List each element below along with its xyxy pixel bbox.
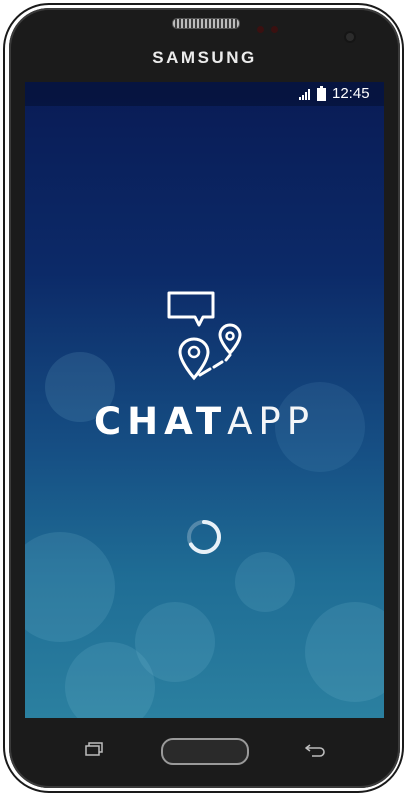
- screen[interactable]: 12:45 CHATAPP: [25, 82, 384, 718]
- battery-icon: [317, 86, 326, 101]
- app-name: CHATAPP: [25, 400, 384, 443]
- bokeh-light: [25, 532, 115, 642]
- proximity-sensor: [257, 26, 264, 33]
- chat-location-logo-icon: [167, 291, 242, 381]
- signal-icon: [299, 89, 310, 100]
- bokeh-light: [305, 602, 384, 702]
- back-icon[interactable]: [304, 743, 326, 757]
- light-sensor: [271, 26, 278, 33]
- loading-spinner-icon: [187, 520, 221, 554]
- front-camera: [346, 33, 354, 41]
- bokeh-light: [235, 552, 295, 612]
- recent-apps-icon[interactable]: [85, 742, 103, 756]
- app-name-light: APP: [227, 400, 316, 443]
- status-time: 12:45: [332, 85, 370, 102]
- home-button[interactable]: [161, 738, 249, 765]
- earpiece-speaker: [172, 18, 240, 29]
- status-bar: 12:45: [25, 82, 384, 106]
- app-name-bold: CHAT: [93, 400, 228, 443]
- device-brand: SAMSUNG: [152, 48, 257, 67]
